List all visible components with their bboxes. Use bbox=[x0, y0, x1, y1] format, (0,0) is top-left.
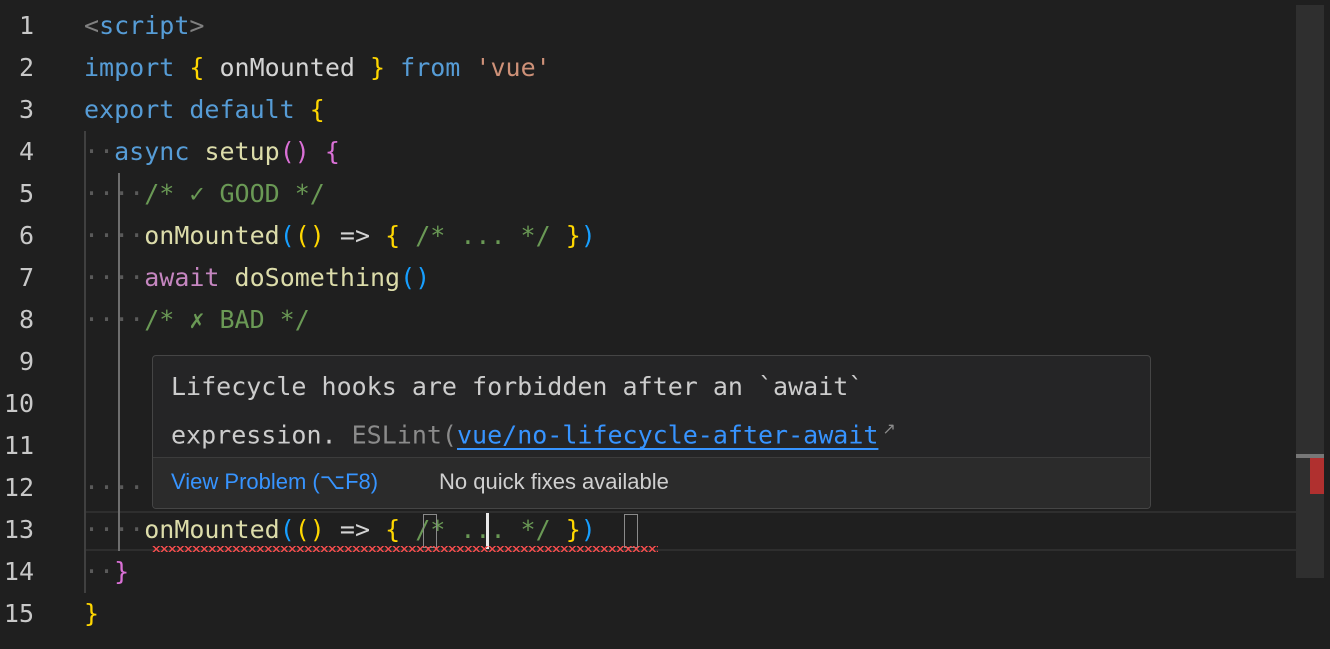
code-token: ) bbox=[580, 221, 596, 250]
code-token: () bbox=[279, 137, 310, 166]
external-link-icon[interactable]: ↗ bbox=[882, 419, 895, 438]
whitespace-render: ···· bbox=[84, 515, 145, 544]
hover-status-bar: View Problem (⌥F8) No quick fixes availa… bbox=[153, 457, 1150, 508]
code-line[interactable]: ···· bbox=[84, 467, 144, 509]
code-token: } bbox=[84, 599, 100, 628]
code-token: import bbox=[84, 53, 175, 82]
problem-hover-widget: Lifecycle hooks are forbidden after an `… bbox=[152, 355, 1151, 509]
code-line[interactable]: ····/* ✓ GOOD */ bbox=[84, 173, 325, 215]
code-line[interactable]: } bbox=[84, 593, 99, 635]
text-cursor bbox=[486, 513, 489, 549]
code-token: { bbox=[189, 53, 205, 82]
code-token: default bbox=[189, 95, 295, 124]
code-token: script bbox=[99, 11, 190, 40]
code-line[interactable]: ····await doSomething() bbox=[84, 257, 430, 299]
code-token: /* ✗ BAD */ bbox=[144, 305, 310, 334]
code-token: ( bbox=[279, 515, 295, 544]
whitespace-render: ···· bbox=[84, 221, 145, 250]
hover-source: ESLint( bbox=[351, 420, 457, 450]
code-token: /* ... */ bbox=[415, 221, 551, 250]
code-token: } bbox=[114, 557, 130, 586]
code-token: /* ✓ GOOD */ bbox=[144, 179, 325, 208]
hover-message-line2: expression. bbox=[171, 420, 352, 450]
code-token: => bbox=[324, 515, 386, 544]
whitespace-render: ·· bbox=[84, 137, 115, 166]
code-line[interactable]: import { onMounted } from 'vue' bbox=[84, 47, 551, 89]
bracket-match-close bbox=[624, 514, 638, 548]
code-token: ) bbox=[580, 515, 596, 544]
code-line[interactable]: ····onMounted(() => { /* ... */ }) bbox=[84, 215, 596, 257]
code-token: () bbox=[294, 221, 325, 250]
whitespace-render: ···· bbox=[84, 179, 145, 208]
whitespace-render: ···· bbox=[84, 263, 145, 292]
code-token: { bbox=[385, 221, 401, 250]
code-token: setup bbox=[204, 137, 280, 166]
bracket-match-open bbox=[423, 514, 437, 548]
overview-ruler-error-marker[interactable] bbox=[1310, 458, 1324, 494]
code-token: await bbox=[144, 263, 220, 292]
code-token: < bbox=[84, 11, 100, 40]
code-token: () bbox=[294, 515, 325, 544]
code-line[interactable]: ····/* ✗ BAD */ bbox=[84, 299, 310, 341]
code-token: export bbox=[84, 95, 175, 124]
code-token: } bbox=[565, 221, 581, 250]
code-token: { bbox=[309, 95, 325, 124]
code-token: onMounted bbox=[144, 515, 280, 544]
no-quick-fixes-label: No quick fixes available bbox=[439, 469, 669, 494]
code-token: } bbox=[565, 515, 581, 544]
hover-message: Lifecycle hooks are forbidden after an `… bbox=[171, 366, 896, 456]
code-token: onMounted bbox=[144, 221, 280, 250]
code-token: doSomething bbox=[234, 263, 401, 292]
code-token: from bbox=[400, 53, 461, 82]
hover-message-line1: Lifecycle hooks are forbidden after an `… bbox=[171, 372, 864, 401]
whitespace-render: ···· bbox=[84, 305, 145, 334]
code-line[interactable]: ····onMounted(() => { /* ... */ }) bbox=[84, 509, 596, 551]
code-token: onMounted bbox=[204, 53, 371, 82]
code-line[interactable]: export default { bbox=[84, 89, 325, 131]
code-token: async bbox=[114, 137, 190, 166]
code-line[interactable]: ··} bbox=[84, 551, 129, 593]
code-token: ( bbox=[279, 221, 295, 250]
code-token: () bbox=[400, 263, 431, 292]
code-token: 'vue' bbox=[475, 53, 551, 82]
code-token: { bbox=[324, 137, 340, 166]
code-token: } bbox=[370, 53, 386, 82]
code-token: > bbox=[189, 11, 205, 40]
code-token: => bbox=[324, 221, 386, 250]
view-problem-button[interactable]: View Problem (⌥F8) bbox=[171, 458, 378, 506]
whitespace-render: ···· bbox=[84, 473, 145, 502]
code-line[interactable]: ··async setup() { bbox=[84, 131, 340, 173]
code-editor[interactable]: <script> import { onMounted } from 'vue' e… bbox=[0, 5, 1320, 649]
whitespace-render: ·· bbox=[84, 557, 115, 586]
error-squiggle[interactable] bbox=[152, 546, 658, 552]
code-token: { bbox=[385, 515, 401, 544]
rule-link[interactable]: vue/no-lifecycle-after-await bbox=[457, 420, 878, 449]
code-line[interactable]: <script> bbox=[84, 5, 204, 47]
